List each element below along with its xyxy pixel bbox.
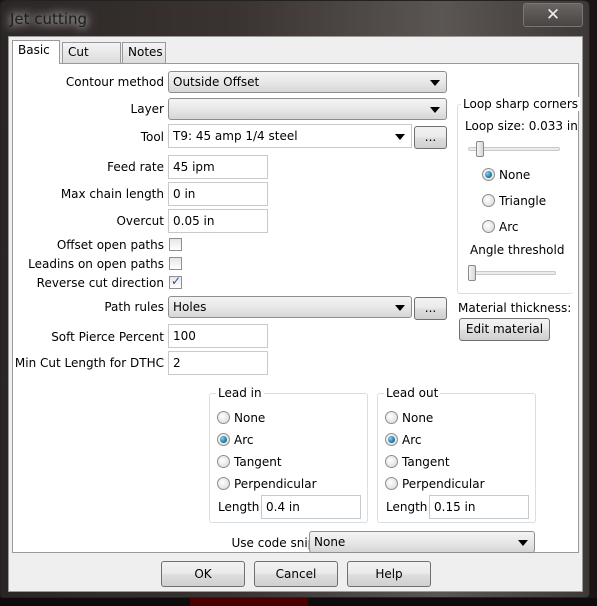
loop-option-none-label: None	[499, 168, 531, 182]
radio-button[interactable]	[482, 220, 495, 233]
path-rules-browse-button[interactable]: ...	[414, 297, 447, 320]
close-button[interactable]: ✕	[523, 3, 583, 27]
max-chain-length-input[interactable]: 0 in	[168, 182, 268, 206]
angle-threshold-label: Angle threshold	[470, 243, 565, 257]
lead-in-length-input[interactable]: 0.4 in	[261, 495, 361, 519]
window-title: Jet cutting	[10, 10, 88, 28]
lead-out-option-none-label: None	[402, 411, 434, 425]
radio-button[interactable]	[482, 194, 495, 207]
tab-notes[interactable]: Notes	[122, 42, 166, 63]
lead-in-length-label: Length	[218, 500, 260, 514]
reverse-cut-direction-checkbox[interactable]: ✓	[169, 274, 182, 289]
edit-material-button[interactable]: Edit material	[459, 318, 550, 341]
tool-browse-button[interactable]: ...	[414, 126, 447, 149]
chevron-down-icon	[395, 134, 405, 140]
chevron-down-icon	[430, 107, 440, 113]
min-cut-length-dthc-input[interactable]: 2	[168, 351, 268, 375]
tab-basic[interactable]: Basic	[12, 40, 60, 64]
lead-out-group: Lead out None Arc Tangent Perpendicular	[377, 386, 536, 523]
path-rules-select[interactable]: Holes	[168, 296, 412, 318]
radio-button[interactable]	[385, 455, 398, 468]
loop-option-triangle-label: Triangle	[499, 194, 547, 208]
lead-in-option-tangent-label: Tangent	[234, 455, 282, 469]
lead-out-option-perpendicular-label: Perpendicular	[402, 477, 485, 491]
reverse-cut-direction-label: Reverse cut direction	[36, 276, 164, 290]
overcut-label: Overcut	[116, 214, 164, 228]
background-taskbar-item	[190, 598, 308, 606]
code-snippet-value: None	[314, 535, 346, 549]
chevron-down-icon	[395, 305, 405, 311]
dialog-client: Basic Cut path Notes Contour method Outs…	[8, 36, 583, 592]
chevron-down-icon	[430, 80, 440, 86]
loop-sharp-corners-group: Loop sharp corners Loop size: 0.033 in N…	[457, 97, 581, 294]
code-snippet-select[interactable]: None	[309, 531, 535, 553]
radio-button[interactable]	[217, 477, 230, 490]
soft-pierce-percent-input[interactable]: 100	[168, 324, 268, 348]
loop-size-label: Loop size: 0.033 in	[465, 119, 578, 133]
leadins-on-open-paths-checkbox[interactable]	[169, 257, 182, 270]
lead-in-title: Lead in	[216, 386, 264, 400]
tool-value: T9: 45 amp 1/4 steel	[173, 129, 298, 143]
lead-out-option-arc-label: Arc	[402, 433, 422, 447]
lead-out-length-input[interactable]: 0.15 in	[429, 495, 529, 519]
lead-out-length-label: Length	[386, 500, 428, 514]
cancel-button[interactable]: Cancel	[254, 561, 338, 587]
min-cut-length-dthc-label: Min Cut Length for DTHC	[14, 356, 164, 370]
lead-in-option-perpendicular-label: Perpendicular	[234, 477, 317, 491]
radio-button[interactable]	[482, 168, 495, 181]
layer-select[interactable]	[168, 98, 447, 120]
overcut-input[interactable]: 0.05 in	[168, 209, 268, 233]
soft-pierce-percent-label: Soft Pierce Percent	[51, 330, 164, 344]
radio-button[interactable]	[217, 433, 230, 446]
path-rules-value: Holes	[173, 300, 207, 314]
radio-button[interactable]	[385, 433, 398, 446]
feed-rate-input[interactable]: 45 ipm	[168, 155, 268, 179]
leadins-on-open-paths-label: Leadins on open paths	[28, 257, 164, 271]
max-chain-length-label: Max chain length	[60, 187, 164, 201]
path-rules-label: Path rules	[104, 300, 164, 314]
help-button[interactable]: Help	[347, 561, 431, 587]
offset-open-paths-checkbox[interactable]	[169, 238, 182, 251]
ok-button[interactable]: OK	[161, 561, 245, 587]
tab-cut-path[interactable]: Cut path	[62, 42, 121, 78]
angle-threshold-slider-thumb[interactable]	[468, 265, 476, 281]
radio-button[interactable]	[385, 411, 398, 424]
contour-method-value: Outside Offset	[173, 75, 260, 89]
radio-button[interactable]	[385, 477, 398, 490]
basic-tab-panel: Contour method Outside Offset Layer Tool…	[12, 63, 581, 553]
lead-in-option-none-label: None	[234, 411, 266, 425]
lead-out-title: Lead out	[384, 386, 441, 400]
lead-in-group: Lead in None Arc Tangent Perpendicular L…	[209, 386, 368, 523]
loop-size-slider-thumb[interactable]	[476, 141, 485, 157]
angle-threshold-slider-track[interactable]	[472, 271, 556, 275]
tool-select[interactable]: T9: 45 amp 1/4 steel	[168, 124, 412, 148]
contour-method-label: Contour method	[65, 75, 164, 89]
radio-button[interactable]	[217, 455, 230, 468]
offset-open-paths-label: Offset open paths	[56, 238, 164, 252]
close-icon: ✕	[545, 5, 561, 25]
radio-button[interactable]	[217, 411, 230, 424]
lead-in-option-arc-label: Arc	[234, 433, 254, 447]
loop-option-arc-label: Arc	[499, 220, 519, 234]
layer-label: Layer	[130, 102, 164, 116]
material-thickness-label: Material thickness:	[458, 301, 572, 315]
contour-method-select[interactable]: Outside Offset	[168, 71, 447, 93]
loop-sharp-corners-title: Loop sharp corners	[461, 97, 581, 111]
chevron-down-icon	[518, 540, 528, 546]
tool-label: Tool	[140, 130, 164, 144]
feed-rate-label: Feed rate	[107, 160, 164, 174]
checkmark-icon: ✓	[171, 274, 182, 288]
lead-out-option-tangent-label: Tangent	[402, 455, 450, 469]
dialog-window: Jet cutting ✕ Basic Cut path Notes Conto…	[0, 0, 590, 598]
